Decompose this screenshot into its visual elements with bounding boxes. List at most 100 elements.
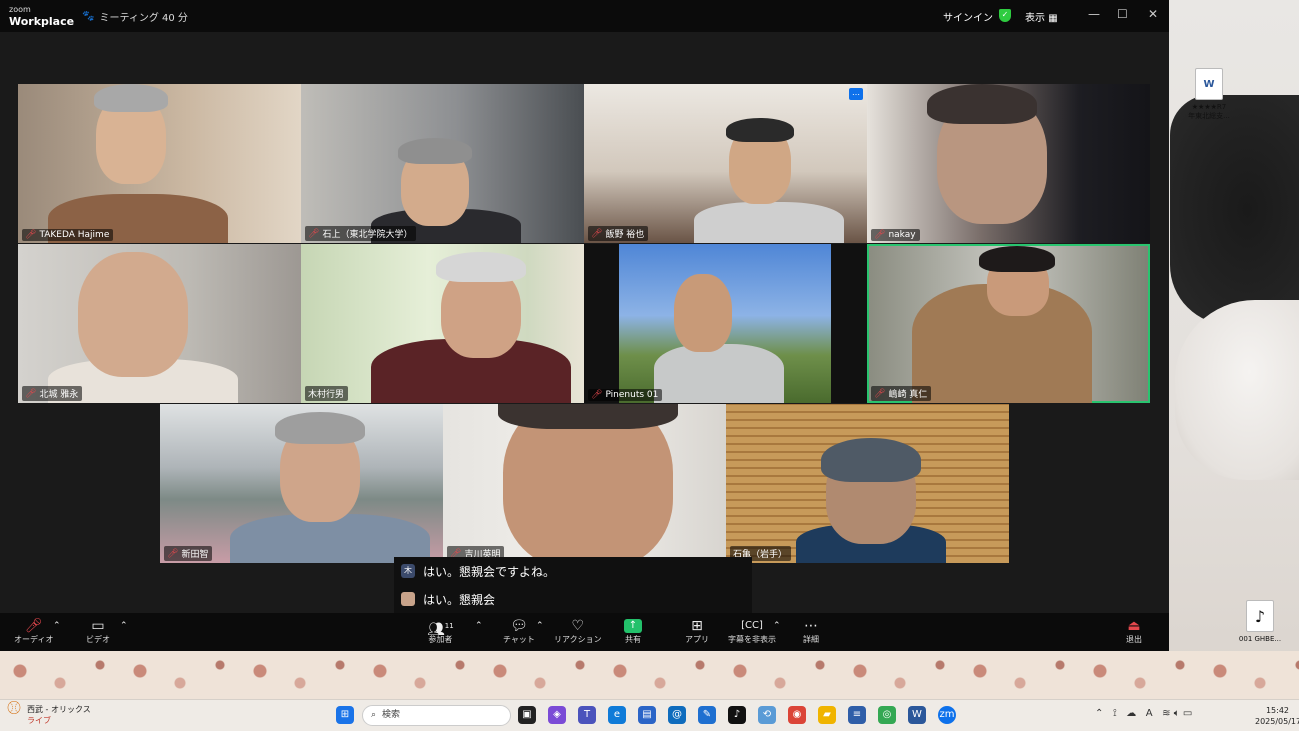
desktop-wallpaper-cat-light: [1175, 300, 1299, 480]
chevron-up-icon[interactable]: ⌃: [1095, 708, 1103, 719]
participant-name-label: 🎤︎ 飯野 裕也: [588, 226, 649, 241]
copilot-icon[interactable]: ◈: [548, 706, 566, 724]
video-tile[interactable]: 🎤︎ 吉川英明: [443, 404, 726, 563]
mail-icon[interactable]: @: [668, 706, 686, 724]
chat-bubble-icon: 💬︎: [510, 618, 528, 634]
chat-options-caret[interactable]: ⌃: [536, 618, 544, 634]
leave-door-icon: ⏏: [1127, 618, 1141, 634]
desktop-file-label-2: 年東北総支...: [1188, 112, 1230, 120]
more-button[interactable]: ⋯ 詳細: [803, 618, 819, 645]
edge-icon[interactable]: e: [608, 706, 626, 724]
minimize-button[interactable]: —: [1088, 7, 1100, 21]
mic-muted-icon: 🎤︎: [591, 390, 603, 400]
tiktok-icon[interactable]: ♪: [728, 706, 746, 724]
onedrive-icon[interactable]: ☁: [1126, 708, 1136, 719]
zoom-app-icon[interactable]: zm: [938, 706, 956, 724]
desktop-music-label: 001 GHBE...: [1238, 635, 1282, 643]
participant-hair: [726, 118, 794, 142]
participant-hair: [398, 138, 472, 164]
participant-name-label: 🎤︎ TAKEDA Hajime: [22, 229, 114, 241]
speaker-icon[interactable]: 🔈︎: [1174, 708, 1180, 719]
video-tile[interactable]: 木村行男: [301, 244, 584, 403]
video-tile[interactable]: 🎤︎ TAKEDA Hajime: [18, 84, 301, 243]
video-tile-active-speaker[interactable]: 🎤︎ 嶋崎 真仁: [867, 244, 1150, 403]
video-tile[interactable]: 石亀（岩手）: [726, 404, 1009, 563]
video-options-caret[interactable]: ⌃: [120, 618, 128, 634]
zoom-window: zoom Workplace 🐾 ミーティング 40 分 サインイン ✓ 表示 …: [0, 0, 1169, 651]
leave-button[interactable]: ⏏ 退出: [1126, 618, 1142, 645]
widget-subtitle: ライブ: [27, 716, 51, 725]
video-tile[interactable]: 🎤︎ 石上（東北学院大学）: [301, 84, 584, 243]
network-app-icon[interactable]: ⟲: [758, 706, 776, 724]
whiteboard-icon[interactable]: ✎: [698, 706, 716, 724]
chrome-icon[interactable]: ◉: [788, 706, 806, 724]
tile-more-options-button[interactable]: …: [849, 88, 863, 100]
news-widget[interactable]: ⚾︎ 西武 - オリックス ライブ: [7, 702, 91, 726]
live-captions-panel: 木 はい。懇親会ですよね。 はい。懇親会: [394, 557, 752, 613]
meeting-timer-label: ミーティング 40 分: [99, 13, 188, 24]
participants-options-caret[interactable]: ⌃: [475, 618, 483, 634]
participant-hair: [436, 252, 526, 282]
participant-body: [654, 344, 784, 403]
security-shield-icon[interactable]: ✓: [999, 9, 1011, 22]
search-icon: ⌕: [371, 710, 377, 720]
video-tile[interactable]: 🎤︎ nakay: [867, 84, 1150, 243]
caption-text: はい。懇親会: [423, 592, 496, 607]
battery-icon[interactable]: ▭: [1183, 708, 1192, 719]
meeting-timer[interactable]: 🐾 ミーティング 40 分: [82, 9, 188, 24]
participant-hair: [275, 412, 365, 444]
word-icon[interactable]: W: [908, 706, 926, 724]
participant-hair: [821, 438, 921, 482]
desktop-word-file[interactable]: W ★★★★R7 年東北総支...: [1174, 68, 1244, 121]
store-icon[interactable]: ▤: [638, 706, 656, 724]
participant-hair: [927, 84, 1037, 124]
caption-line: 木 はい。懇親会ですよね。: [394, 557, 752, 585]
caption-line: はい。懇親会: [394, 585, 752, 613]
windows-taskbar: ⚾︎ 西武 - オリックス ライブ ⊞ ⌕ 検索 ▣ ◈ T e ▤ @ ✎ ♪…: [0, 699, 1299, 731]
title-bar: zoom Workplace 🐾 ミーティング 40 分 サインイン ✓ 表示 …: [0, 0, 1169, 32]
participant-name-label: 🎤︎ Pinenuts 01: [588, 389, 663, 401]
apps-icon: ⊞: [691, 618, 703, 634]
ime-icon[interactable]: A: [1146, 708, 1153, 719]
audio-options-caret[interactable]: ⌃: [53, 618, 61, 634]
participant-count: 11: [444, 622, 454, 630]
meeting-toolbar: 🎤︎ オーディオ ⌃ ▭ ビデオ ⌃ 👥︎11 参加者 ⌃ 💬︎ チャット ⌃ …: [0, 613, 1169, 651]
view-menu-button[interactable]: 表示 ▦: [1025, 9, 1058, 24]
desktop-music-file[interactable]: ♪ 001 GHBE...: [1225, 600, 1295, 643]
file-explorer-icon[interactable]: ▰: [818, 706, 836, 724]
signin-button[interactable]: サインイン: [943, 9, 993, 24]
mic-muted-icon: 🎤︎: [25, 388, 37, 399]
share-button[interactable]: ↑ 共有: [624, 618, 642, 645]
taskbar-clock[interactable]: 15:42 2025/05/17: [1255, 705, 1299, 727]
video-tile[interactable]: 🎤︎ 新田智: [160, 404, 443, 563]
captions-toggle-button[interactable]: [CC] 字幕を非表示: [728, 618, 776, 645]
audio-button[interactable]: 🎤︎ オーディオ: [14, 618, 53, 645]
input-icon[interactable]: ⟟: [1113, 708, 1117, 719]
video-tile[interactable]: 🎤︎ Pinenuts 01: [584, 244, 867, 403]
video-tile[interactable]: … 🎤︎ 飯野 裕也: [584, 84, 867, 243]
captions-options-caret[interactable]: ⌃: [773, 618, 781, 634]
wifi-icon[interactable]: ≋: [1162, 708, 1170, 719]
apps-button[interactable]: ⊞ アプリ: [685, 618, 709, 645]
maximize-button[interactable]: ☐: [1117, 7, 1128, 21]
chat-button[interactable]: 💬︎ チャット: [503, 618, 535, 645]
chrome-profile-icon[interactable]: ◎: [878, 706, 896, 724]
video-tile[interactable]: 🎤︎ 北城 雅永: [18, 244, 301, 403]
clock-time: 15:42: [1265, 706, 1289, 715]
close-window-button[interactable]: ✕: [1148, 7, 1158, 21]
mic-muted-icon: 🎤︎: [874, 230, 886, 240]
share-arrow-icon: ↑: [624, 619, 642, 633]
notepad-icon[interactable]: ≡: [848, 706, 866, 724]
video-button[interactable]: ▭ ビデオ: [86, 618, 110, 645]
start-menu-icon[interactable]: ⊞: [336, 706, 354, 724]
reactions-button[interactable]: ♡ リアクション: [554, 618, 602, 645]
mic-muted-icon: 🎤︎: [167, 548, 179, 559]
task-view-icon[interactable]: ▣: [518, 706, 536, 724]
participant-name-label: 🎤︎ 嶋崎 真仁: [871, 386, 932, 401]
taskbar-search[interactable]: ⌕ 検索: [362, 705, 511, 726]
participants-button[interactable]: 👥︎11 参加者: [427, 618, 454, 645]
mic-muted-icon: 🎤︎: [25, 230, 37, 240]
participant-hair: [979, 246, 1055, 272]
caption-avatar: 木: [401, 564, 415, 578]
teams-icon[interactable]: T: [578, 706, 596, 724]
